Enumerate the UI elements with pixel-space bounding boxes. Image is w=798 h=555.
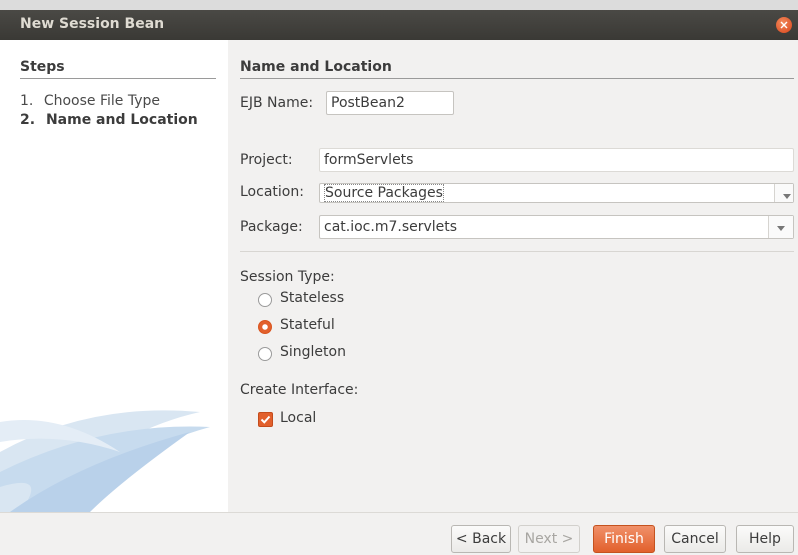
radio-button[interactable] [258, 320, 272, 334]
radio-button[interactable] [258, 347, 272, 361]
radio-button[interactable] [258, 293, 272, 307]
back-button[interactable]: < Back [451, 525, 511, 553]
ejb-name-label: EJB Name: [240, 95, 314, 111]
steps-panel: Steps 1. Choose File Type 2. Name and Lo… [0, 40, 228, 512]
cancel-button[interactable]: Cancel [664, 525, 726, 553]
step-choose-file-type: 1. Choose File Type [20, 93, 160, 109]
separator [240, 251, 794, 252]
radio-label[interactable]: Stateful [280, 317, 335, 333]
package-value: cat.ioc.m7.servlets [324, 219, 458, 235]
create-interface-label: Create Interface: [240, 382, 359, 398]
checkmark-icon [260, 415, 271, 424]
checkbox-label[interactable]: Local [280, 410, 316, 426]
button-bar: < Back Next > Finish Cancel Help [0, 512, 798, 555]
step-number: 1. [20, 93, 34, 109]
project-field: formServlets [319, 148, 794, 172]
section-title: Name and Location [240, 59, 392, 75]
steps-heading: Steps [20, 59, 65, 75]
steps-divider [20, 78, 216, 79]
ejb-name-input[interactable]: PostBean2 [326, 91, 454, 115]
package-label: Package: [240, 219, 303, 235]
title-bar[interactable]: New Session Bean [0, 10, 798, 40]
location-label: Location: [240, 184, 304, 200]
radio-label[interactable]: Stateless [280, 290, 344, 306]
checkbox[interactable] [258, 412, 273, 427]
step-label: Name and Location [45, 112, 198, 128]
netbeans-swoosh-graphic [0, 410, 210, 512]
package-combo[interactable]: cat.ioc.m7.servlets [319, 215, 794, 239]
step-label: Choose File Type [43, 93, 160, 109]
step-number: 2. [20, 112, 36, 128]
chevron-down-icon[interactable] [774, 184, 793, 202]
help-button[interactable]: Help [736, 525, 794, 553]
background-strip [0, 0, 798, 10]
name-and-location-panel: Name and Location EJB Name: PostBean2 Pr… [228, 40, 798, 512]
next-button[interactable]: Next > [518, 525, 580, 553]
window-title: New Session Bean [20, 16, 165, 32]
chevron-down-icon[interactable] [768, 216, 793, 238]
step-name-and-location: 2. Name and Location [20, 112, 198, 128]
project-label: Project: [240, 152, 293, 168]
section-divider [240, 78, 794, 79]
location-combo[interactable]: Source Packages [319, 183, 794, 203]
finish-button[interactable]: Finish [593, 525, 655, 553]
radio-label[interactable]: Singleton [280, 344, 346, 360]
session-type-label: Session Type: [240, 269, 335, 285]
close-icon[interactable] [776, 17, 792, 33]
location-value: Source Packages [324, 184, 444, 202]
dialog-window: New Session Bean Steps 1. Choose File Ty… [0, 0, 798, 555]
